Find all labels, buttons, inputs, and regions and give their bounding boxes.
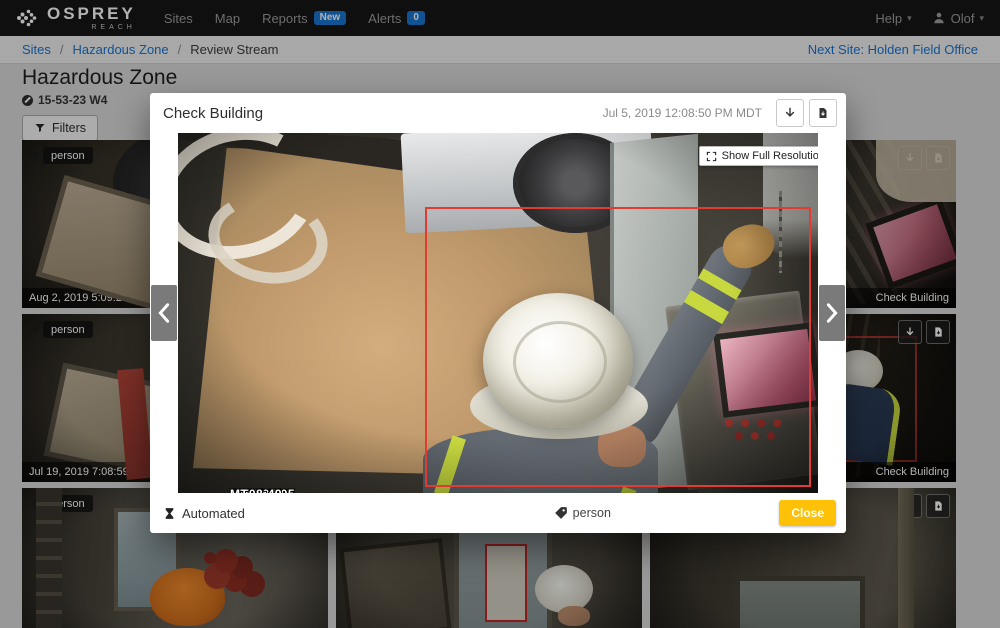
event-tag-label: person: [573, 506, 611, 520]
event-photo: 2019/07/05 12:08:49 MT Show Full Resolut…: [178, 133, 818, 493]
chevron-left-icon: [156, 302, 172, 324]
modal-footer: Automated person Close: [150, 493, 846, 533]
next-event-button[interactable]: [819, 285, 845, 341]
previous-event-button[interactable]: [151, 285, 177, 341]
app-window: OSPREY REACH Sites Map Reports New Alert…: [0, 0, 1000, 628]
review-mode-label: Automated: [182, 506, 245, 521]
download-icon: [783, 106, 797, 120]
event-tag-chip[interactable]: person: [554, 506, 611, 520]
hourglass-icon: [163, 506, 176, 521]
tag-icon: [554, 506, 568, 520]
show-full-resolution-button[interactable]: Show Full Resolution: [699, 146, 818, 166]
modal-photo-area: 2019/07/05 12:08:49 MT Show Full Resolut…: [150, 133, 846, 493]
chevron-right-icon: [824, 302, 840, 324]
download-image-button[interactable]: [776, 99, 804, 127]
download-report-button[interactable]: [809, 99, 837, 127]
file-download-icon: [817, 106, 829, 120]
detection-bounding-box: [425, 207, 811, 487]
event-detail-modal: Check Building Jul 5, 2019 12:08:50 PM M…: [150, 93, 846, 533]
show-full-resolution-label: Show Full Resolution: [722, 150, 818, 162]
modal-header: Check Building Jul 5, 2019 12:08:50 PM M…: [150, 93, 846, 133]
event-timestamp: Jul 5, 2019 12:08:50 PM MDT: [603, 106, 762, 120]
close-button[interactable]: Close: [779, 500, 836, 526]
fullscreen-icon: [706, 151, 717, 162]
modal-title: Check Building: [163, 105, 263, 122]
